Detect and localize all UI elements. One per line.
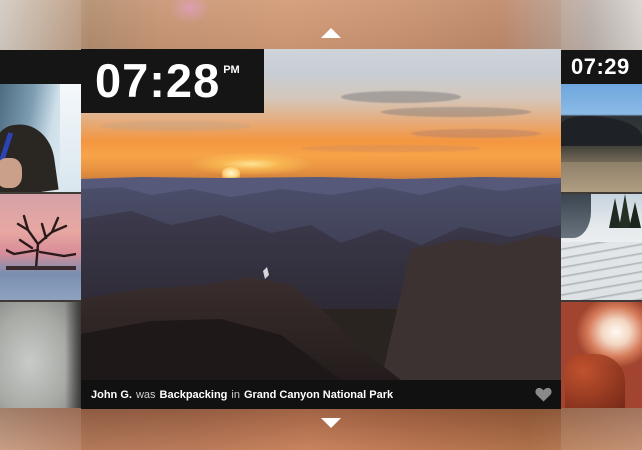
photo-tile-moon-surface[interactable] [0, 302, 81, 408]
caption-verb: was [135, 388, 156, 401]
pine-trees [609, 194, 641, 228]
chevron-down-icon[interactable] [320, 416, 342, 430]
next-clock-time: 07:29 [571, 54, 630, 79]
left-clock-bar [0, 50, 81, 84]
photo-tile-sunlit-cup[interactable] [561, 302, 642, 408]
clock-display: 07:28 PM [81, 49, 264, 113]
caption-activity[interactable]: Backpacking [160, 389, 228, 401]
photo-tile-dead-tree[interactable] [0, 194, 81, 300]
caption-user[interactable]: John G. [91, 389, 132, 401]
clock-time: 07:28 [95, 54, 221, 107]
photo-tile-mountain-lake[interactable] [561, 84, 642, 192]
clock-meridiem: PM [223, 64, 240, 76]
caption-location[interactable]: Grand Canyon National Park [244, 389, 393, 401]
photo-caption: John G. was Backpacking in Grand Canyon … [81, 380, 561, 409]
chevron-up-icon[interactable] [320, 26, 342, 40]
photo-tile-snowy-trail[interactable] [561, 194, 642, 300]
tree-silhouette [6, 214, 76, 270]
heart-icon[interactable] [535, 387, 552, 402]
photo-tile-waterfall[interactable] [0, 84, 81, 192]
caption-preposition: in [231, 388, 240, 401]
next-clock-bar: 07:29 [561, 50, 642, 84]
top-photo-strip [0, 0, 642, 50]
